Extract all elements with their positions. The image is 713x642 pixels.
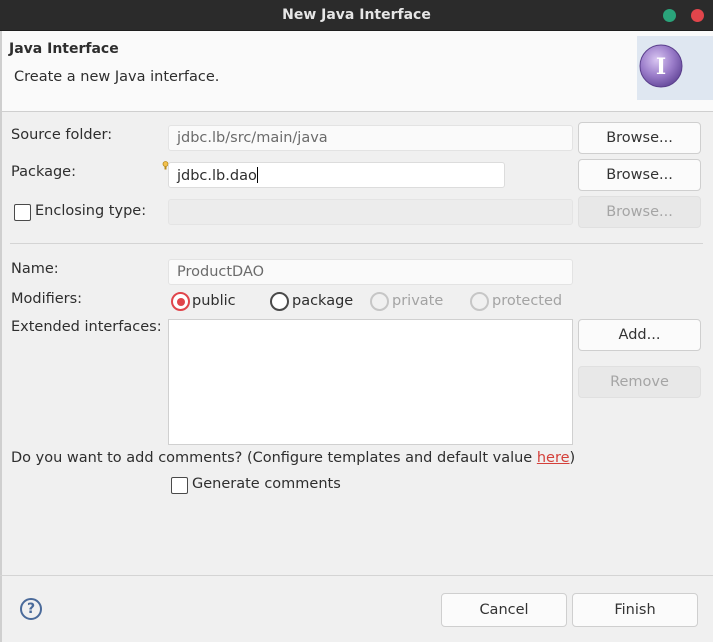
enclosing-type-label: Enclosing type:	[35, 203, 147, 219]
modifier-private-label: private	[392, 293, 444, 309]
modifiers-label: Modifiers:	[11, 291, 83, 307]
source-folder-browse-button[interactable]: Browse...	[578, 122, 701, 154]
comments-question-suffix: )	[569, 450, 576, 466]
modifier-package-radio[interactable]	[270, 292, 289, 311]
generate-comments-checkbox[interactable]	[171, 477, 188, 494]
package-input[interactable]: jdbc.lb.dao	[168, 162, 505, 188]
enclosing-type-checkbox[interactable]	[14, 204, 31, 221]
package-value: jdbc.lb.dao	[177, 168, 257, 184]
modifier-public-label: public	[192, 293, 236, 309]
finish-button[interactable]: Finish	[572, 593, 698, 627]
modifier-protected-radio	[470, 292, 489, 311]
name-input[interactable]: ProductDAO	[168, 259, 573, 285]
separator	[10, 243, 703, 244]
minimize-button[interactable]	[663, 9, 676, 22]
comments-question: Do you want to add comments? (Configure …	[11, 450, 575, 466]
add-interface-button[interactable]: Add...	[578, 319, 701, 351]
wizard-heading: Java Interface	[9, 41, 119, 57]
remove-interface-button: Remove	[578, 366, 701, 398]
package-label: Package:	[11, 164, 76, 180]
wizard-description: Create a new Java interface.	[14, 69, 220, 85]
extended-interfaces-label: Extended interfaces:	[11, 319, 162, 335]
generate-comments-label: Generate comments	[192, 476, 341, 492]
comments-question-text: Do you want to add comments? (Configure …	[11, 450, 537, 466]
window-titlebar: New Java Interface	[0, 0, 713, 31]
package-browse-button[interactable]: Browse...	[578, 159, 701, 191]
enclosing-type-input	[168, 199, 573, 225]
modifier-package-label: package	[292, 293, 354, 309]
wizard-banner: Java Interface Create a new Java interfa…	[0, 31, 713, 112]
svg-text:I: I	[656, 54, 666, 80]
modifier-protected-label: protected	[492, 293, 563, 309]
enclosing-type-browse-button: Browse...	[578, 196, 701, 228]
window-title: New Java Interface	[282, 7, 431, 23]
extended-interfaces-list[interactable]	[168, 319, 573, 445]
source-folder-input[interactable]: jdbc.lb/src/main/java	[168, 125, 573, 151]
source-folder-label: Source folder:	[11, 127, 113, 143]
name-label: Name:	[11, 261, 59, 277]
interface-wizard-icon: I	[637, 36, 713, 100]
left-border	[0, 31, 2, 642]
modifier-private-radio	[370, 292, 389, 311]
modifier-public-radio[interactable]	[171, 292, 190, 311]
footer-separator	[0, 575, 713, 576]
configure-templates-link[interactable]: here	[537, 450, 570, 466]
help-icon[interactable]: ?	[20, 598, 42, 620]
cancel-button[interactable]: Cancel	[441, 593, 567, 627]
close-button[interactable]	[691, 9, 704, 22]
